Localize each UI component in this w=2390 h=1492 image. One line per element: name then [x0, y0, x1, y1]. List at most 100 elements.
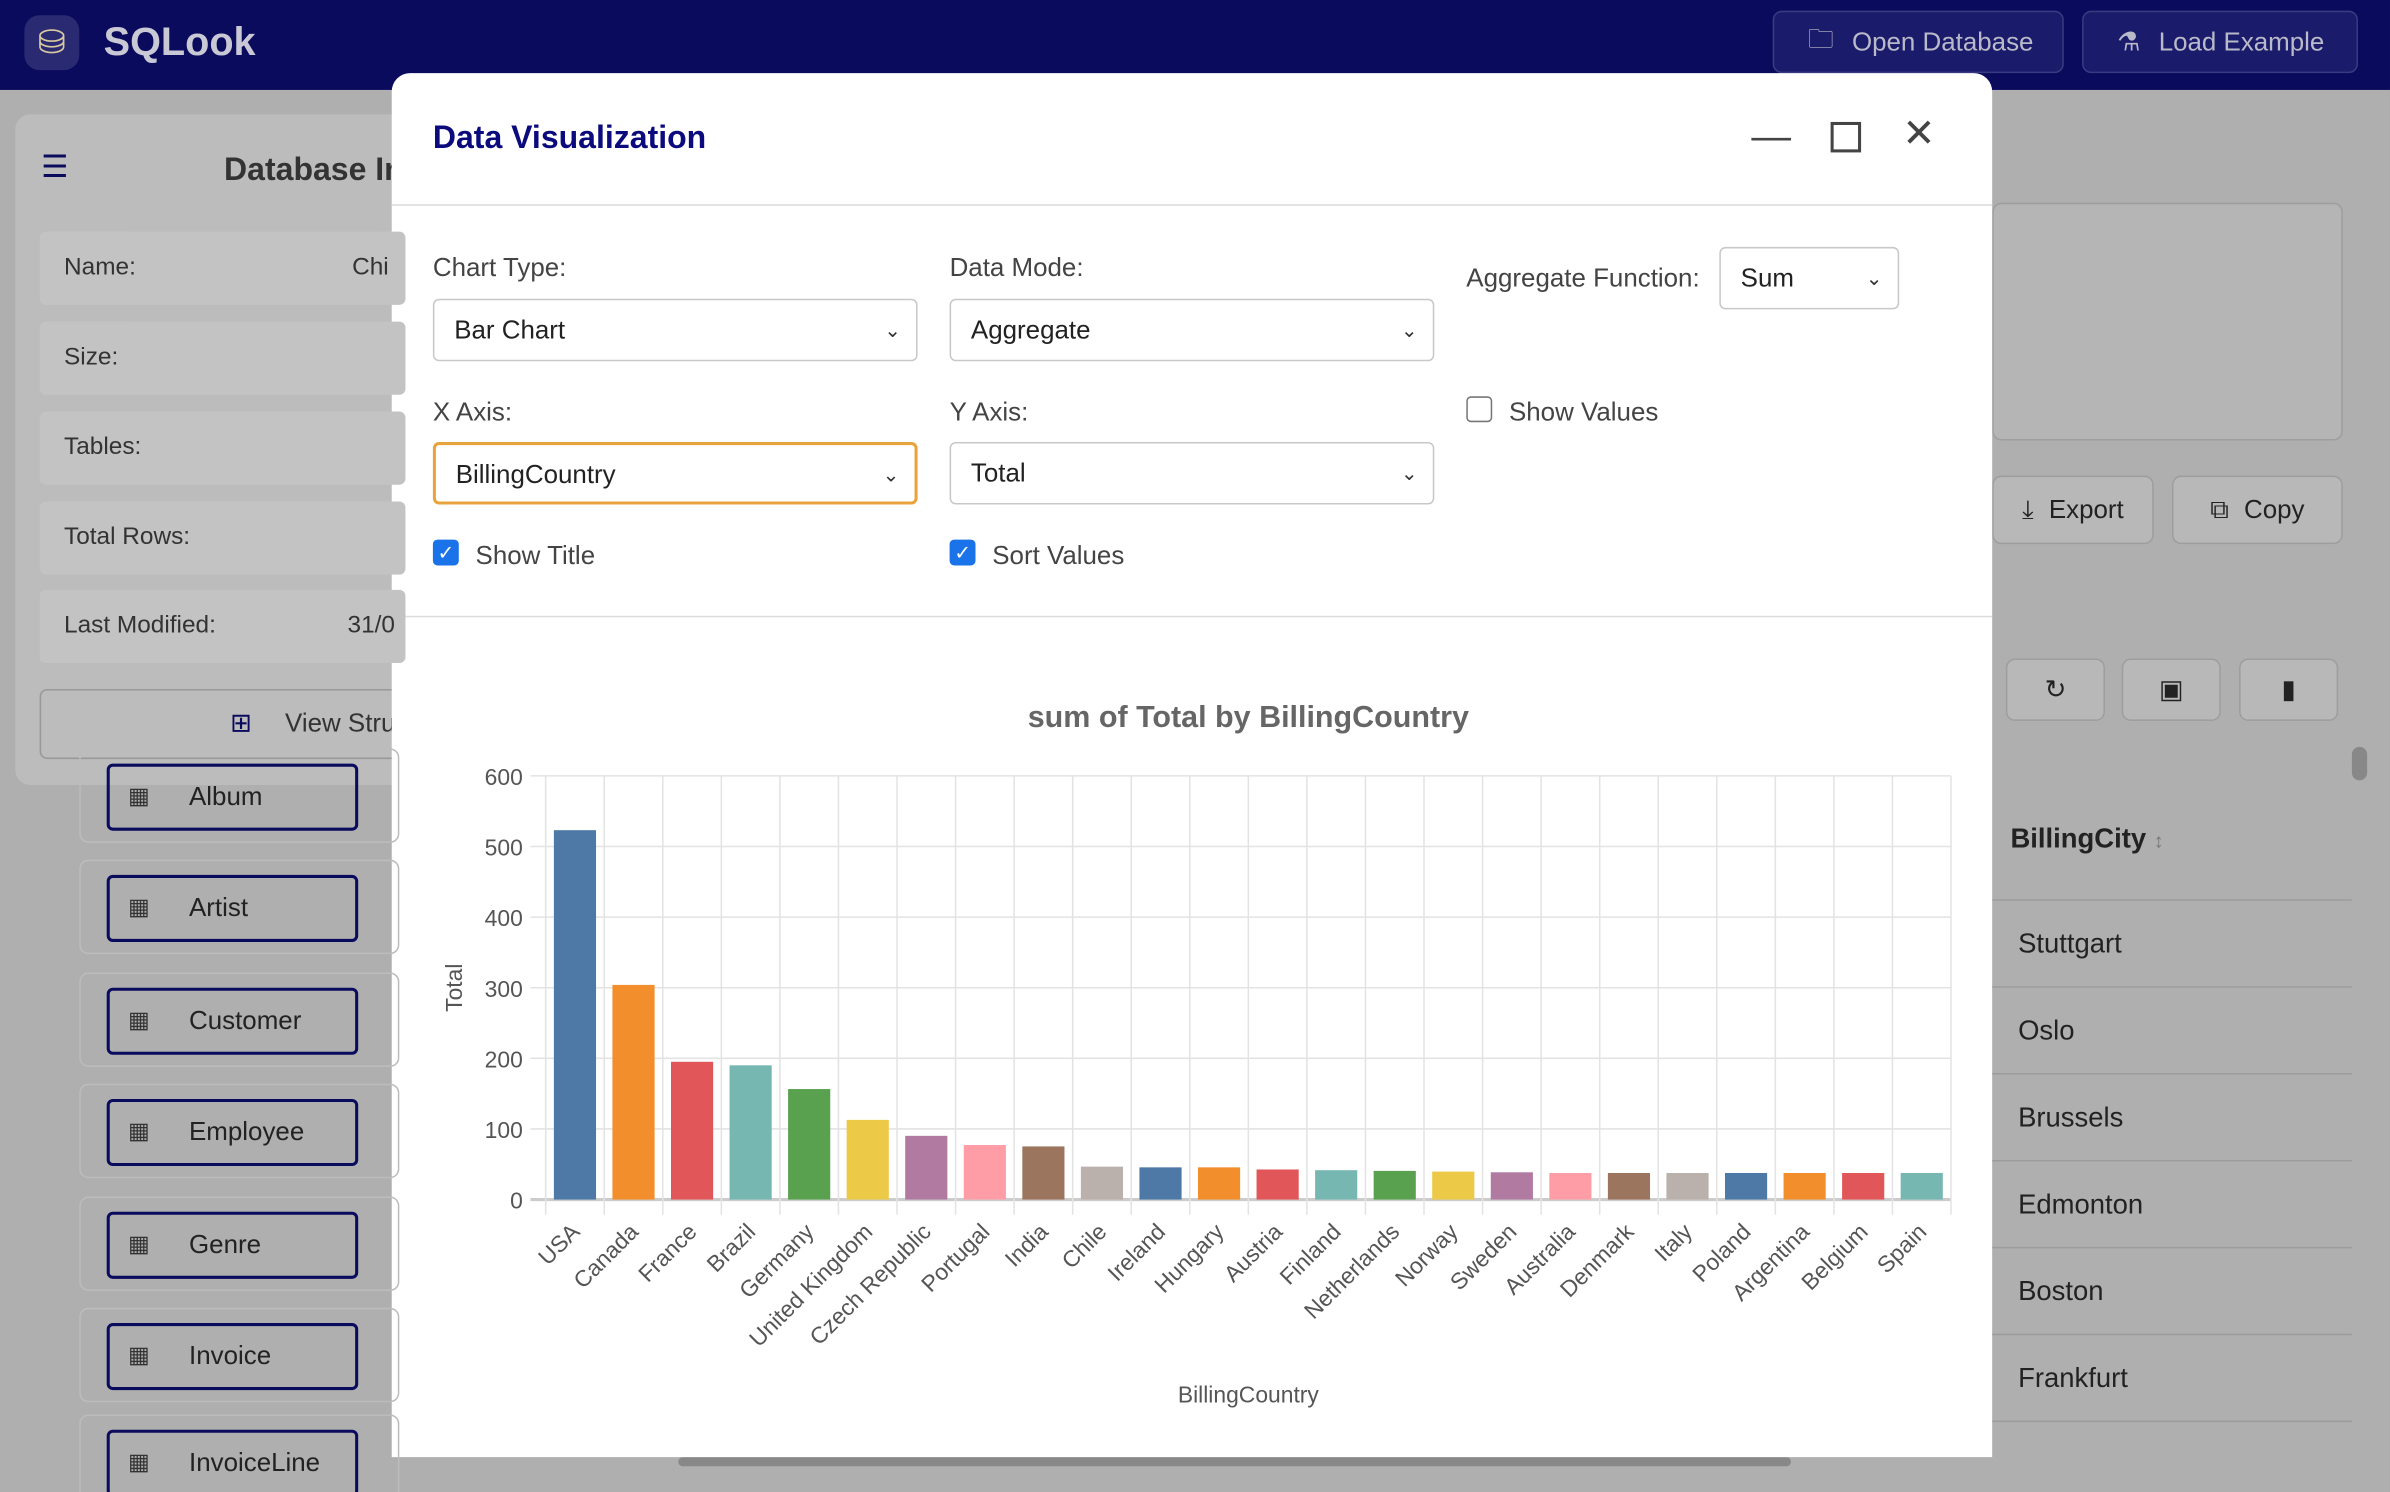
flask-icon: ⚗ — [2117, 26, 2141, 56]
show-title-label: Show Title — [475, 541, 596, 571]
bar-denmark — [1607, 1173, 1651, 1200]
x-tick-label: France — [633, 1218, 702, 1287]
x-tick-label: Austria — [1219, 1218, 1288, 1287]
city-value: Oslo — [2018, 1015, 2075, 1046]
bar-chart: sum of Total by BillingCountry 0 100 200 300… — [441, 700, 1952, 1407]
x-tick-label: USA — [533, 1218, 585, 1270]
table-item-album[interactable]: ▦ Album — [106, 763, 359, 831]
maximize-button[interactable] — [1823, 116, 1869, 159]
table-item-invoice[interactable]: ▦ Invoice — [106, 1323, 359, 1391]
info-row: Total Rows: — [39, 501, 406, 575]
x-tick-label: Spain — [1872, 1218, 1932, 1278]
table-name: Customer — [189, 1005, 302, 1035]
info-value: 31/0 — [347, 612, 395, 639]
x-tick-label: Italy — [1649, 1218, 1697, 1266]
sort-values-label: Sort Values — [992, 541, 1125, 571]
open-database-button[interactable]: 🗀 Open Database — [1772, 10, 2064, 74]
show-title-checkbox[interactable]: ✓ — [432, 539, 459, 566]
table-name: InvoiceLine — [189, 1448, 321, 1477]
y-tick-label: 100 — [485, 1117, 523, 1143]
data-visualization-modal: Data Visualization — ✕ Chart Type: Bar C… — [391, 73, 1993, 1458]
sql-query-textarea[interactable] — [1992, 202, 2343, 441]
copy-button[interactable]: ⧉ Copy — [2172, 475, 2343, 545]
chart-type-select[interactable]: Bar Chart ⌄ — [432, 298, 918, 362]
bar-brazil — [729, 1065, 772, 1200]
chart-box-button[interactable]: ▣ — [2121, 658, 2221, 721]
y-tick-label: 400 — [485, 905, 523, 931]
minimize-button[interactable]: — — [1748, 113, 1794, 160]
chart-title: sum of Total by BillingCountry — [1028, 700, 1469, 734]
bar-australia — [1549, 1173, 1592, 1200]
bar-chart-icon: ▮ — [2281, 674, 2296, 704]
table-icon: ▦ — [128, 1342, 150, 1369]
chart-type-label: Chart Type: — [432, 253, 567, 282]
vertical-scrollbar[interactable] — [2351, 746, 2368, 781]
refresh-button[interactable]: ↻ — [2005, 658, 2105, 721]
y-axis-title: Total — [441, 964, 467, 1012]
show-values-checkbox[interactable] — [1466, 396, 1493, 423]
export-button[interactable]: ⤓ Export — [1992, 475, 2154, 545]
table-cell: Oslo — [1992, 988, 2352, 1075]
y-tick-label: 500 — [485, 835, 523, 861]
data-mode-select[interactable]: Aggregate ⌄ — [949, 298, 1435, 362]
x-axis-value: BillingCountry — [455, 460, 616, 490]
data-mode-value: Aggregate — [970, 315, 1091, 345]
aggregate-function-select[interactable]: Sum ⌄ — [1719, 246, 1900, 310]
table-item-customer[interactable]: ▦ Customer — [106, 987, 359, 1055]
header-divider — [391, 204, 1993, 206]
y-tick-label: 0 — [510, 1188, 523, 1214]
bar-austria — [1256, 1169, 1299, 1200]
bar-germany — [788, 1089, 831, 1200]
copy-label: Copy — [2244, 494, 2305, 524]
data-mode-label: Data Mode: — [949, 253, 1084, 282]
folder-icon: 🗀 — [1807, 24, 1834, 54]
sort-values-checkbox[interactable]: ✓ — [949, 539, 976, 566]
chart-type-value: Bar Chart — [454, 315, 566, 345]
city-value: Edmonton — [2018, 1188, 2144, 1220]
y-axis-value: Total — [970, 458, 1026, 488]
x-axis-title: BillingCountry — [1178, 1381, 1320, 1407]
chevron-down-icon: ⌄ — [882, 463, 900, 487]
bar-india — [1022, 1146, 1065, 1200]
table-item-invoiceline[interactable]: ▦ InvoiceLine — [106, 1429, 359, 1492]
table-item-genre[interactable]: ▦ Genre — [106, 1211, 359, 1279]
bar-spain — [1900, 1173, 1943, 1200]
export-label: Export — [2048, 494, 2124, 524]
bar-chart-button[interactable]: ▮ — [2239, 658, 2339, 721]
horizontal-scrollbar[interactable] — [678, 1457, 1791, 1467]
bar-czech-republic — [905, 1135, 948, 1200]
city-value: Brussels — [2018, 1102, 2124, 1133]
city-value: Frankfurt — [2018, 1362, 2128, 1394]
open-database-label: Open Database — [1851, 26, 2034, 56]
bar-argentina — [1783, 1173, 1826, 1200]
info-row: Tables: — [39, 411, 406, 485]
bar-belgium — [1842, 1173, 1885, 1200]
table-icon: ▦ — [128, 1449, 150, 1476]
table-item-artist[interactable]: ▦ Artist — [106, 874, 359, 942]
y-tick-label: 300 — [485, 976, 523, 1002]
download-icon: ⤓ — [2022, 494, 2034, 524]
table-icon: ▦ — [128, 783, 150, 810]
refresh-icon: ↻ — [2044, 674, 2067, 704]
copy-icon: ⧉ — [2210, 494, 2229, 524]
column-header-billingcity[interactable]: BillingCity ↕ — [1992, 793, 2352, 901]
chevron-down-icon: ⌄ — [1400, 461, 1418, 485]
close-button[interactable]: ✕ — [1896, 110, 1942, 157]
bar-norway — [1432, 1171, 1475, 1200]
table-name: Album — [189, 781, 263, 811]
table-icon: ▦ — [128, 894, 150, 921]
database-logo-icon: ⛁ — [24, 15, 80, 71]
bar-united-kingdom — [846, 1119, 889, 1200]
bar-hungary — [1197, 1167, 1241, 1200]
x-axis-select[interactable]: BillingCountry ⌄ — [432, 442, 918, 505]
app-title: SQLook — [103, 18, 256, 65]
y-tick-label: 600 — [485, 764, 523, 790]
aggregate-function-label: Aggregate Function: — [1466, 263, 1700, 293]
y-axis-select[interactable]: Total ⌄ — [949, 442, 1435, 505]
table-item-employee[interactable]: ▦ Employee — [106, 1098, 359, 1167]
load-example-button[interactable]: ⚗ Load Example — [2082, 10, 2358, 74]
bar-canada — [612, 984, 655, 1200]
table-cell: Brussels — [1992, 1075, 2352, 1162]
bar-usa — [553, 830, 597, 1200]
table-cell: Frankfurt — [1992, 1335, 2352, 1423]
